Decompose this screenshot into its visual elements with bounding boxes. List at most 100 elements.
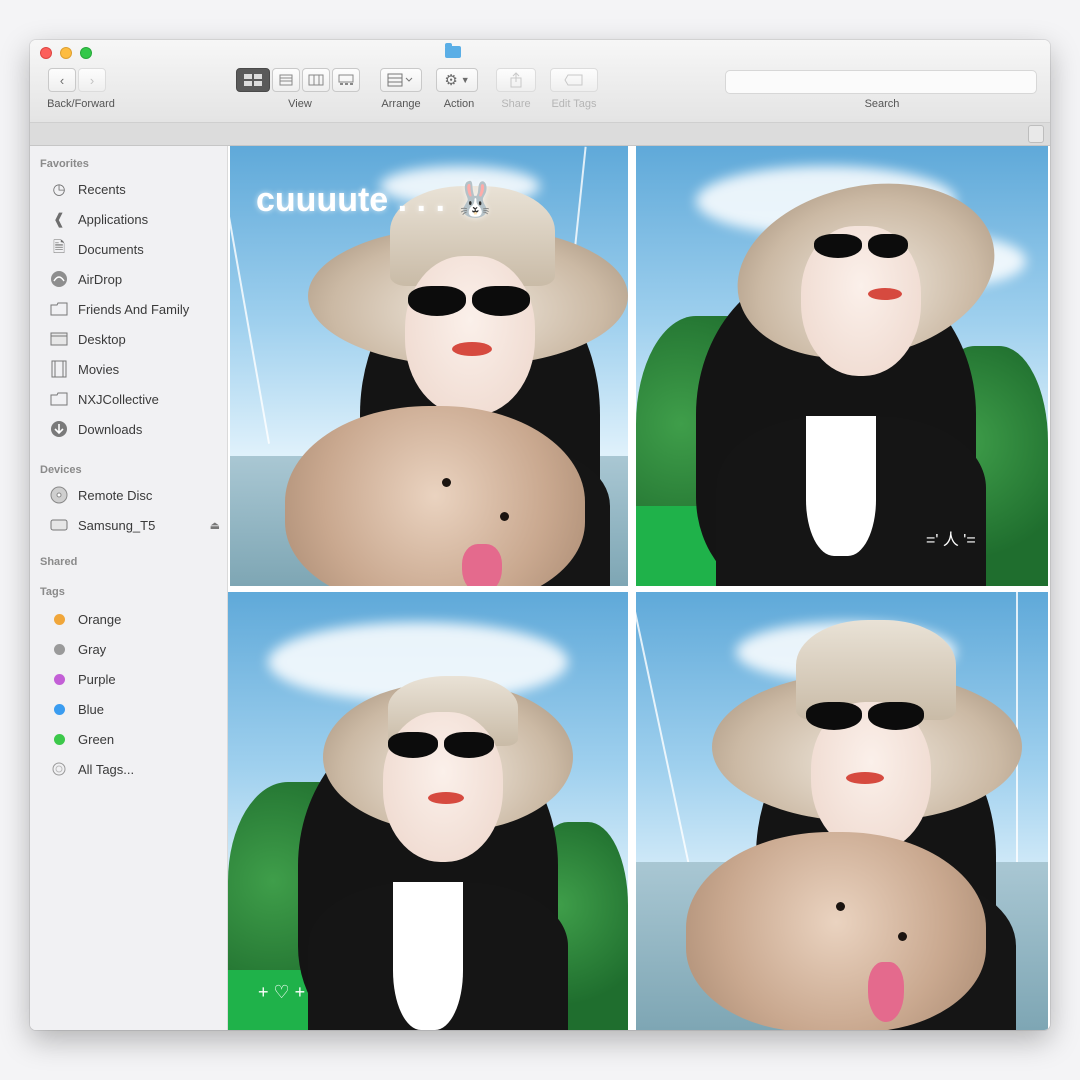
edit-tags-button[interactable] bbox=[550, 68, 598, 92]
list-view-icon bbox=[279, 74, 293, 86]
desktop-icon bbox=[48, 332, 70, 346]
sidebar-item-label: Blue bbox=[78, 701, 105, 717]
sidebar-item-label: Recents bbox=[78, 181, 126, 197]
folder-icon bbox=[445, 43, 461, 58]
sidebar-tag-all-tags[interactable]: All Tags... bbox=[48, 758, 134, 780]
share-label: Share bbox=[501, 98, 531, 110]
sidebar-item-label: Orange bbox=[78, 611, 122, 627]
finder-window: ‹ › Back/Forward View Arrange ⚙ ▼ Action… bbox=[30, 40, 1050, 1030]
gray-tag-dot bbox=[53, 643, 65, 655]
sidebar-tag-green[interactable]: Green bbox=[48, 728, 114, 750]
sidebar-item-documents[interactable]: 🗎 Documents bbox=[48, 238, 144, 260]
list-view-button[interactable] bbox=[272, 68, 300, 92]
applications-icon: ❰ bbox=[52, 211, 66, 228]
photo-thumbnail[interactable]: cuuuute . . . 🐰 bbox=[230, 146, 628, 586]
arrange-icon bbox=[387, 73, 413, 87]
sidebar-tag-orange[interactable]: Orange bbox=[48, 608, 121, 630]
sidebar-item-label: Purple bbox=[78, 671, 116, 687]
share-button[interactable] bbox=[496, 68, 536, 92]
toolbar: ‹ › Back/Forward View Arrange ⚙ ▼ Action… bbox=[30, 40, 1050, 122]
edit-tags-label: Edit Tags bbox=[551, 98, 597, 110]
all-tags-icon bbox=[48, 762, 70, 776]
drive-icon bbox=[48, 518, 70, 532]
sidebar-item-recents[interactable]: ◷ Recents bbox=[48, 178, 126, 200]
content-area: cuuuute . . . 🐰 =' 人 '= + ♡ + bbox=[228, 146, 1050, 1030]
movies-icon bbox=[48, 360, 70, 378]
sidebar-item-label: Desktop bbox=[78, 331, 126, 347]
blue-tag-dot bbox=[53, 703, 65, 715]
favorites-header: Favorites bbox=[40, 158, 89, 170]
sidebar-item-nxjcollective[interactable]: NXJCollective bbox=[48, 388, 159, 410]
photo-caption: =' 人 '= bbox=[926, 532, 976, 549]
path-bar bbox=[30, 122, 1050, 146]
sidebar-item-label: All Tags... bbox=[78, 761, 135, 777]
column-view-icon bbox=[308, 74, 324, 86]
sidebar-item-friends-and-family[interactable]: Friends And Family bbox=[48, 298, 189, 320]
sidebar-item-label: Gray bbox=[78, 641, 107, 657]
sidebar-item-label: NXJCollective bbox=[78, 391, 159, 407]
sidebar-item-label: Applications bbox=[78, 211, 149, 227]
sidebar: Favorites ◷ Recents ❰ Applications 🗎 Doc… bbox=[30, 146, 228, 1030]
arrange-label: Arrange bbox=[381, 98, 421, 110]
column-view-button[interactable] bbox=[302, 68, 330, 92]
minimize-button[interactable] bbox=[60, 47, 72, 59]
search-label: Search bbox=[864, 98, 900, 110]
share-group bbox=[496, 68, 536, 92]
view-label: View bbox=[288, 98, 312, 110]
downloads-icon bbox=[48, 420, 70, 438]
sidebar-item-applications[interactable]: ❰ Applications bbox=[48, 208, 148, 230]
clock-icon: ◷ bbox=[52, 181, 66, 198]
photo-caption: cuuuute . . . 🐰 bbox=[256, 181, 497, 219]
sidebar-item-movies[interactable]: Movies bbox=[48, 358, 119, 380]
tags-header: Tags bbox=[40, 586, 65, 598]
sidebar-item-label: Downloads bbox=[78, 421, 143, 437]
arrange-button[interactable] bbox=[380, 68, 422, 92]
back-forward-group: ‹ › bbox=[48, 68, 106, 92]
chevron-left-icon: ‹ bbox=[59, 72, 65, 88]
sidebar-item-downloads[interactable]: Downloads bbox=[48, 418, 142, 440]
eject-icon[interactable]: ⏏ bbox=[210, 519, 220, 532]
devices-header: Devices bbox=[40, 464, 82, 476]
disc-icon bbox=[48, 486, 70, 504]
sidebar-item-remote-disc[interactable]: Remote Disc bbox=[48, 484, 152, 506]
icon-view-icon bbox=[244, 74, 262, 86]
back-forward-label: Back/Forward bbox=[47, 98, 115, 110]
share-icon bbox=[510, 72, 522, 88]
chevron-right-icon: › bbox=[89, 72, 95, 88]
photo-thumbnail[interactable]: =' 人 '= bbox=[636, 146, 1048, 586]
photo-thumbnail[interactable]: + ♡ + bbox=[228, 592, 628, 1030]
photo-thumbnail[interactable] bbox=[636, 592, 1048, 1030]
sidebar-item-airdrop[interactable]: AirDrop bbox=[48, 268, 122, 290]
action-button[interactable]: ⚙ ▼ bbox=[436, 68, 478, 92]
zoom-button[interactable] bbox=[80, 47, 92, 59]
back-button[interactable]: ‹ bbox=[48, 68, 76, 92]
view-group bbox=[236, 68, 360, 92]
gear-icon: ⚙ bbox=[444, 72, 458, 89]
folder-icon bbox=[48, 392, 70, 406]
sidebar-item-samsung-t5[interactable]: Samsung_T5 ⏏ bbox=[48, 514, 220, 536]
sidebar-tag-purple[interactable]: Purple bbox=[48, 668, 116, 690]
sidebar-item-label: Remote Disc bbox=[78, 487, 153, 503]
sidebar-item-label: Samsung_T5 bbox=[78, 517, 156, 533]
search-input[interactable] bbox=[725, 70, 1037, 94]
sidebar-item-desktop[interactable]: Desktop bbox=[48, 328, 126, 350]
airdrop-icon bbox=[48, 270, 70, 288]
gallery-view-button[interactable] bbox=[332, 68, 360, 92]
sidebar-tag-gray[interactable]: Gray bbox=[48, 638, 106, 660]
icon-view-button[interactable] bbox=[236, 68, 270, 92]
sidebar-item-label: Movies bbox=[78, 361, 120, 377]
action-group: ⚙ ▼ bbox=[436, 68, 478, 92]
arrange-group bbox=[380, 68, 422, 92]
sidebar-item-label: Documents bbox=[78, 241, 144, 257]
sidebar-toggle-icon[interactable] bbox=[1028, 125, 1044, 143]
sidebar-item-label: Friends And Family bbox=[78, 301, 190, 317]
forward-button[interactable]: › bbox=[78, 68, 106, 92]
sidebar-tag-blue[interactable]: Blue bbox=[48, 698, 104, 720]
tag-icon bbox=[564, 74, 583, 86]
sidebar-item-label: Green bbox=[78, 731, 115, 747]
action-label: Action bbox=[443, 98, 475, 110]
photo-caption: + ♡ + bbox=[258, 982, 306, 1002]
orange-tag-dot bbox=[53, 613, 65, 625]
gallery-view-icon bbox=[338, 74, 354, 85]
close-button[interactable] bbox=[40, 47, 52, 59]
